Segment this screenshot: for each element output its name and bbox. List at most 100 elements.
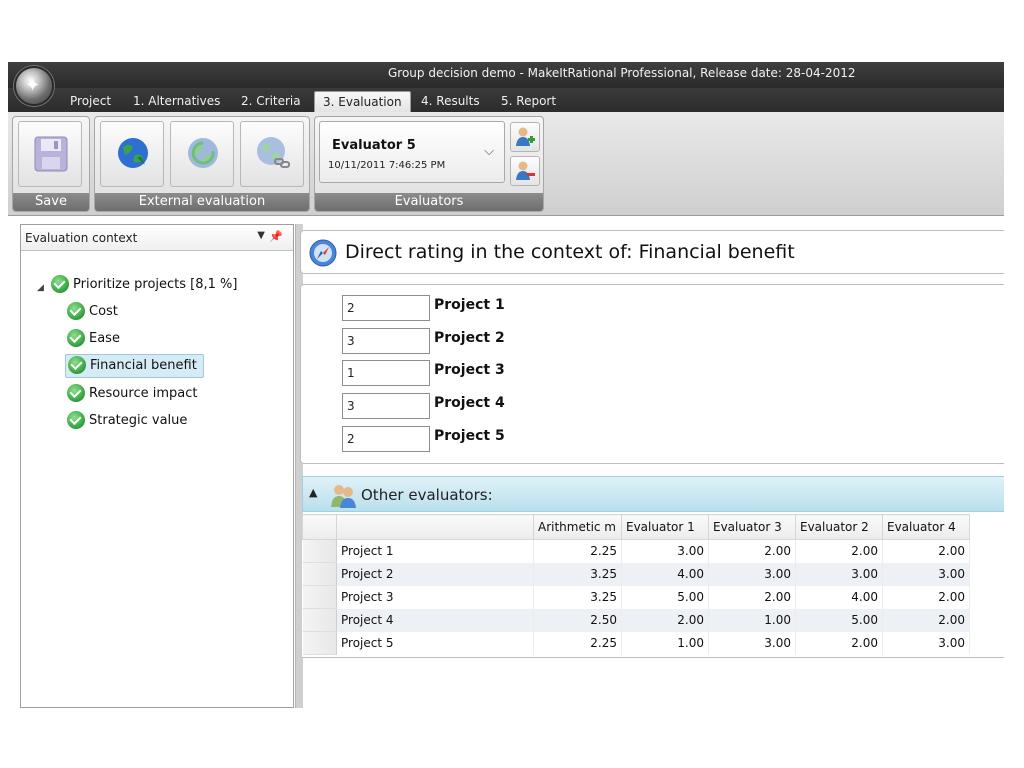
table-cell: 3.00 [795, 562, 883, 586]
check-circle-icon [67, 383, 85, 402]
remove-evaluator-button[interactable] [510, 156, 540, 186]
check-circle-icon [67, 410, 85, 429]
evaluator-date: 10/11/2011 7:46:25 PM [328, 160, 446, 171]
table-cell: 5.00 [795, 608, 883, 632]
table-cell: 2.00 [882, 585, 970, 609]
tree-node-label: Strategic value [89, 413, 188, 428]
add-evaluator-button[interactable] [510, 122, 540, 152]
screen: Group decision demo - MakeItRational Pro… [0, 0, 1024, 768]
table-cell: 3.25 [533, 562, 622, 586]
tree-node-label: Ease [89, 331, 120, 346]
rating-context-title: Direct rating in the context of: Financi… [345, 241, 795, 263]
rating-label: Project 2 [434, 330, 505, 346]
add-user-icon [516, 127, 535, 146]
table-cell: Project 2 [336, 562, 534, 586]
table-cell: 2.00 [708, 585, 796, 609]
row-header[interactable] [302, 585, 337, 609]
rating-input[interactable]: 1 [342, 360, 430, 386]
row-header[interactable] [302, 539, 337, 563]
tree-node-ease[interactable]: Ease [67, 328, 120, 352]
check-circle-icon [51, 274, 69, 293]
table-cell: Project 3 [336, 585, 534, 609]
tab-project[interactable]: Project [62, 91, 119, 112]
table-cell: 4.00 [621, 562, 709, 586]
panel-title: Evaluation context [25, 231, 138, 245]
globe-link-icon [257, 137, 290, 168]
evaluator-select[interactable]: Evaluator 5 10/11/2011 7:46:25 PM ⌵ [319, 121, 505, 183]
title-bar: Group decision demo - MakeItRational Pro… [8, 62, 1004, 88]
dropdown-arrow-icon[interactable]: ▼ [257, 230, 265, 241]
table-cell: 2.50 [533, 608, 622, 632]
ribbon-tab-bar: Project 1. Alternatives 2. Criteria 3. E… [8, 88, 1004, 112]
table-cell: 3.00 [882, 631, 970, 655]
table-row[interactable]: Project 2 3.25 4.00 3.00 3.00 3.00 [302, 562, 970, 586]
other-evaluators-title: Other evaluators: [361, 486, 493, 504]
external-evaluation-group-label: External evaluation [95, 193, 309, 211]
rating-input[interactable]: 3 [342, 328, 430, 354]
column-header[interactable]: Evaluator 4 [882, 514, 970, 540]
evaluator-name: Evaluator 5 [332, 138, 416, 153]
tab-evaluation[interactable]: 3. Evaluation [314, 91, 411, 112]
table-cell: 5.00 [621, 585, 709, 609]
rating-input[interactable]: 2 [342, 295, 430, 321]
send-evaluation-button[interactable] [100, 121, 164, 187]
tree-node-root[interactable]: Prioritize projects [8,1 %] [51, 274, 237, 298]
table-row[interactable]: Project 3 3.25 5.00 2.00 4.00 2.00 [302, 585, 970, 609]
table-cell: 4.00 [795, 585, 883, 609]
pin-icon[interactable]: 📌 [269, 230, 283, 243]
row-header[interactable] [302, 608, 337, 632]
row-header[interactable] [302, 631, 337, 655]
evaluation-context-panel: Evaluation context ▼ 📌 ◢ Prioritize proj… [20, 224, 294, 708]
table-cell: 2.00 [795, 631, 883, 655]
tab-criteria[interactable]: 2. Criteria [233, 91, 309, 112]
rating-label: Project 5 [434, 428, 505, 444]
tree-node-label: Financial benefit [90, 358, 197, 373]
save-button[interactable] [18, 121, 82, 187]
tab-report[interactable]: 5. Report [493, 91, 564, 112]
table-cell: Project 1 [336, 539, 534, 563]
column-header[interactable]: Evaluator 1 [621, 514, 709, 540]
rating-input[interactable]: 2 [342, 426, 430, 452]
table-cell: 3.00 [708, 631, 796, 655]
table-row[interactable]: Project 4 2.50 2.00 1.00 5.00 2.00 [302, 608, 970, 632]
collapse-caret-icon[interactable]: ▲ [309, 486, 317, 499]
table-row[interactable]: Project 5 2.25 1.00 3.00 2.00 3.00 [302, 631, 970, 655]
application-menu-button[interactable]: ✦ [14, 66, 54, 106]
evaluators-group: Evaluator 5 10/11/2011 7:46:25 PM ⌵ Eval… [314, 116, 544, 212]
save-group: Save [12, 116, 90, 212]
table-cell: Project 4 [336, 608, 534, 632]
table-cell: 2.00 [882, 539, 970, 563]
table-cell: 3.25 [533, 585, 622, 609]
tree-node-cost[interactable]: Cost [67, 301, 118, 325]
column-header[interactable]: Evaluator 3 [708, 514, 796, 540]
save-group-label: Save [13, 193, 89, 211]
row-header[interactable] [302, 562, 337, 586]
tab-results[interactable]: 4. Results [413, 91, 488, 112]
other-evaluators-header[interactable]: ▲ Other evaluators: [302, 476, 1004, 512]
rating-context-header: Direct rating in the context of: Financi… [300, 230, 1004, 274]
app-window: Group decision demo - MakeItRational Pro… [8, 62, 1004, 708]
table-cell: 2.00 [621, 608, 709, 632]
collapse-arrow-icon[interactable]: ◢ [37, 283, 44, 293]
column-header[interactable]: Evaluator 2 [795, 514, 883, 540]
rating-input[interactable]: 3 [342, 393, 430, 419]
users-group-icon [331, 485, 356, 508]
table-row[interactable]: Project 1 2.25 3.00 2.00 2.00 2.00 [302, 539, 970, 563]
column-header[interactable]: Arithmetic m [533, 514, 622, 540]
rating-label: Project 4 [434, 395, 505, 411]
tree-node-resource-impact[interactable]: Resource impact [67, 383, 198, 407]
tab-alternatives[interactable]: 1. Alternatives [125, 91, 228, 112]
column-header-alternative[interactable] [336, 514, 534, 540]
receive-evaluation-button[interactable] [170, 121, 234, 187]
tree-node-strategic-value[interactable]: Strategic value [67, 410, 187, 434]
check-circle-icon [68, 355, 86, 374]
table-cell: 2.25 [533, 539, 622, 563]
tree-node-label: Resource impact [89, 386, 198, 401]
floppy-disk-icon [34, 136, 68, 172]
remove-user-icon [516, 161, 535, 180]
table-cell: 1.00 [621, 631, 709, 655]
tree-node-label: Cost [89, 304, 118, 319]
link-evaluation-button[interactable] [240, 121, 304, 187]
tree-node-financial-benefit[interactable]: Financial benefit [65, 354, 204, 378]
table-cell: 3.00 [708, 562, 796, 586]
